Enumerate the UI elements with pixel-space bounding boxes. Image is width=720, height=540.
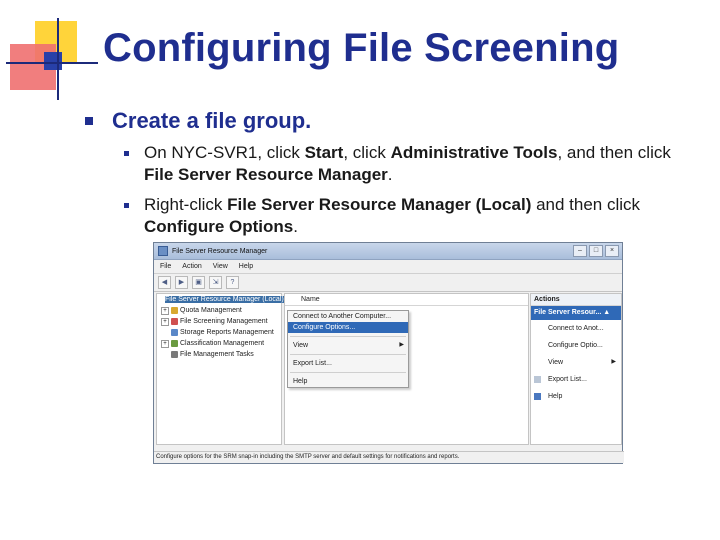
sub1-bold-admin-tools: Administrative Tools (390, 143, 558, 162)
sub-bullet-2: Right-click File Server Resource Manager… (144, 194, 704, 238)
action-connect[interactable]: Connect to Anot... (531, 320, 621, 337)
tree-item-label: File Management Tasks (180, 351, 254, 358)
forward-icon[interactable]: ▶ (175, 276, 188, 289)
slide-title: Configuring File Screening (103, 26, 620, 70)
ctx-separator (290, 336, 406, 337)
expand-icon[interactable]: + (161, 339, 169, 348)
sub2-bold-configure-options: Configure Options (144, 217, 294, 236)
tree-item-label: Storage Reports Management (180, 329, 274, 336)
decor-horizontal-line (6, 62, 98, 64)
tree-item[interactable]: Storage Reports Management (157, 327, 281, 338)
menu-view[interactable]: View (213, 263, 228, 270)
fsrm-window-screenshot: File Server Resource Manager – □ × File … (153, 242, 624, 464)
help-icon (534, 393, 541, 400)
ctx-configure-options[interactable]: Configure Options... (288, 322, 408, 333)
close-button[interactable]: × (605, 245, 619, 257)
action-help-label: Help (548, 393, 563, 400)
action-help[interactable]: Help (531, 388, 621, 405)
action-view[interactable]: View ▶ (531, 354, 621, 371)
sub1-text-2: , click (343, 143, 391, 162)
tree-item-label: Quota Management (180, 307, 242, 314)
results-pane: Name Connect to Another Computer... Conf… (284, 293, 529, 445)
back-icon[interactable]: ◀ (158, 276, 171, 289)
export-icon[interactable]: ⇲ (209, 276, 222, 289)
window-panes: File Server Resource Manager (Local) + Quo… (154, 291, 622, 447)
ctx-view-label: View (293, 342, 309, 349)
main-bullet-text: Create a file group. (112, 108, 312, 133)
toolbar: ◀ ▶ ▣ ⇲ ? (154, 274, 622, 292)
expand-icon[interactable]: + (161, 306, 169, 315)
context-menu: Connect to Another Computer... Configure… (287, 310, 409, 388)
sub2-text-1: Right-click (144, 195, 228, 214)
column-header-name[interactable]: Name (285, 294, 528, 306)
sub-bullet-square-icon (124, 203, 129, 208)
action-configure-options[interactable]: Configure Optio... (531, 337, 621, 354)
tree-item-label: Classification Management (180, 340, 265, 347)
submenu-arrow-icon: ▶ (399, 342, 404, 348)
decor-vertical-line (57, 18, 59, 100)
collapse-icon: ▲ (603, 309, 611, 316)
ctx-connect[interactable]: Connect to Another Computer... (288, 311, 408, 322)
sub2-text-3: . (293, 217, 298, 236)
decor-blue-square (44, 52, 62, 70)
tree-node-icon (171, 351, 178, 358)
ctx-view[interactable]: View ▶ (288, 340, 408, 351)
export-list-icon (534, 376, 541, 383)
menu-help[interactable]: Help (239, 263, 253, 270)
sub2-text-2: and then click (531, 195, 641, 214)
menu-action[interactable]: Action (182, 263, 201, 270)
help-icon[interactable]: ? (226, 276, 239, 289)
bullet-square-icon (85, 117, 93, 125)
actions-pane: Actions File Server Resour... ▲ Connect … (530, 293, 622, 445)
tree-item-label: File Screening Management (180, 318, 268, 325)
tree-item[interactable]: File Management Tasks (157, 349, 281, 360)
tree-item[interactable]: + File Screening Management (157, 316, 281, 327)
tree-item[interactable]: + Classification Management (157, 338, 281, 349)
action-export-list[interactable]: Export List... (531, 371, 621, 388)
menu-bar: File Action View Help (154, 260, 622, 274)
sub1-text-1: On NYC-SVR1, click (144, 143, 305, 162)
submenu-arrow-icon: ▶ (611, 359, 616, 365)
actions-header: Actions (531, 294, 621, 306)
console-icon[interactable]: ▣ (192, 276, 205, 289)
window-titlebar: File Server Resource Manager – □ × (154, 243, 622, 260)
menu-file[interactable]: File (160, 263, 171, 270)
console-tree: File Server Resource Manager (Local) + Quo… (156, 293, 284, 445)
sub1-bold-start: Start (304, 143, 344, 162)
tree-item[interactable]: File Server Resource Manager (Local) (157, 294, 284, 305)
sub1-bold-fsrm: File Server Resource Manager (144, 165, 388, 184)
tree-node-icon (171, 307, 178, 314)
expand-icon[interactable]: + (161, 317, 169, 326)
ctx-separator (290, 372, 406, 373)
tree-node-icon (171, 329, 178, 336)
minimize-button[interactable]: – (573, 245, 587, 257)
window-title: File Server Resource Manager (172, 247, 268, 255)
actions-subheader-label: File Server Resour... (534, 309, 602, 316)
sub-bullet-1: On NYC-SVR1, click Start, click Administ… (144, 142, 704, 186)
sub-bullet-square-icon (124, 151, 129, 156)
ctx-export-list[interactable]: Export List... (288, 358, 408, 369)
window-controls: – □ × (573, 245, 622, 257)
action-view-label: View (548, 359, 564, 366)
tree-item-label: File Server Resource Manager (Local) (165, 296, 284, 303)
tree-item[interactable]: + Quota Management (157, 305, 281, 316)
maximize-button[interactable]: □ (589, 245, 603, 257)
tree-node-icon (171, 340, 178, 347)
status-bar: Configure options for the SRM snap-in in… (154, 451, 624, 463)
sub1-text-4: . (387, 165, 393, 184)
actions-subheader[interactable]: File Server Resour... ▲ (531, 306, 621, 320)
tree-node-icon (171, 318, 178, 325)
ctx-separator (290, 354, 406, 355)
action-export-list-label: Export List... (548, 376, 587, 383)
sub2-bold-fsrm-local: File Server Resource Manager (Local) (227, 195, 532, 214)
sub1-text-3: , and then click (557, 143, 671, 162)
fsrm-app-icon (158, 246, 168, 256)
ctx-help[interactable]: Help (288, 376, 408, 387)
